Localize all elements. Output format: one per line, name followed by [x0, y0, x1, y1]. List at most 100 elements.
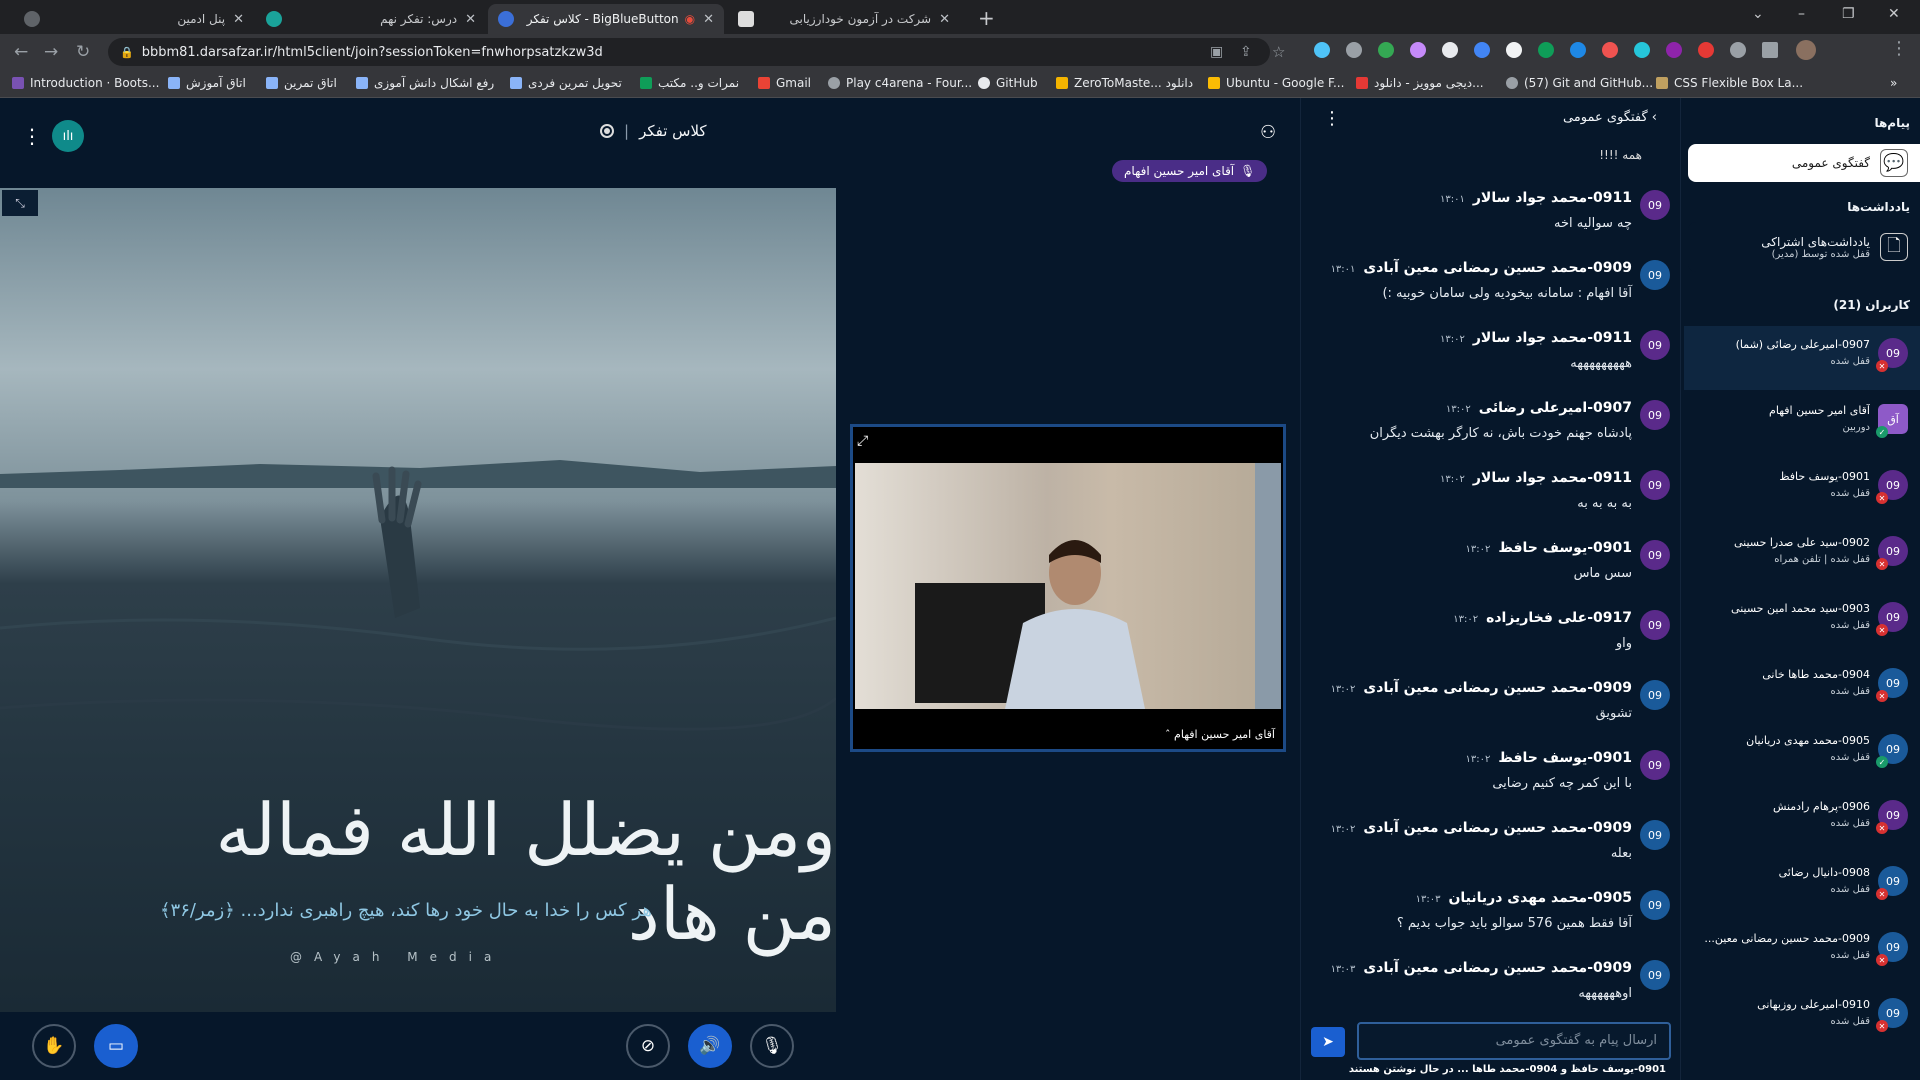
chat-input[interactable]: ارسال پیام به گفتگوی عمومی [1357, 1022, 1671, 1060]
fullscreen-icon[interactable]: ⤢ [857, 433, 868, 449]
close-icon[interactable]: ✕ [465, 12, 476, 27]
user-list-item[interactable]: 09 ✕ 0906-پرهام رادمنش قفل شده [1684, 788, 1920, 852]
reload-icon[interactable]: ↻ [76, 42, 90, 62]
bookmark-item[interactable]: دیجی موویز - دانلود... [1356, 76, 1484, 90]
user-list-item[interactable]: 09 ✕ 0902-سید علی صدرا حسینی قفل شده | تلفن… [1684, 524, 1920, 588]
notes-section-title: یادداشت‌ها [1847, 200, 1910, 214]
notes-icon: 🗋 [1880, 233, 1908, 261]
tab-self-assessment[interactable]: شرکت در آزمون خودارزیابی ✕ [728, 4, 960, 34]
browser-menu-icon[interactable]: ⋮ [1890, 38, 1908, 59]
bookmark-item[interactable]: Gmail [758, 76, 811, 90]
bookmark-item[interactable]: ZeroToMaste... دانلود [1056, 76, 1193, 90]
add-user-icon[interactable]: ⚇ [1260, 122, 1276, 143]
raise-hand-button[interactable]: ✋ [32, 1024, 76, 1068]
extension-icon[interactable] [1634, 42, 1650, 58]
share-icon[interactable]: ⇪ [1240, 44, 1252, 60]
message-sender: 0909-محمد حسین رمضانی معین آبادی۱۳:۰۳ [1330, 960, 1632, 976]
presentation-slide[interactable]: ⤡ ومن یضلل الله فماله من هاد هر کس را خد… [0, 188, 836, 1012]
recording-indicator-icon: ◉ [684, 12, 696, 26]
message-sender: 0911-محمد جواد سالار۱۳:۰۲ [1440, 470, 1632, 486]
user-list-item[interactable]: 09 ✕ 0908-دانیال رضائی قفل شده [1684, 854, 1920, 918]
close-window-icon[interactable]: ✕ [1888, 6, 1900, 22]
bookmark-item[interactable]: (57) Git and GitHub... [1506, 76, 1653, 90]
bookmark-item[interactable]: Introduction · Boots... [12, 76, 159, 90]
user-list-item[interactable]: 09 ✕ 0909-محمد حسین رمضانی معین... قفل شده [1684, 920, 1920, 984]
bookmark-item[interactable]: CSS Flexible Box La... [1656, 76, 1803, 90]
tab-admin-panel[interactable]: پنل ادمین ✕ [14, 4, 254, 34]
bookmark-item[interactable]: اتاق آموزش [168, 76, 246, 90]
puzzle-icon[interactable] [1730, 42, 1746, 58]
bookmark-item[interactable]: GitHub [978, 76, 1038, 90]
tab-bigbluebutton[interactable]: BigBlueButton - کلاس تفکر ◉ ✕ [488, 4, 724, 34]
extension-icon[interactable] [1602, 42, 1618, 58]
side-panel-icon[interactable] [1762, 42, 1778, 58]
extension-icon[interactable] [1314, 42, 1330, 58]
new-tab-icon[interactable]: + [978, 6, 995, 30]
shared-notes-item[interactable]: 🗋 یادداشت‌های اشتراکی قفل شده توسط (مدیر… [1688, 222, 1920, 272]
chat-options-icon[interactable]: ⋮ [1323, 108, 1341, 129]
user-list-item[interactable]: آق ✓ آقای امیر حسین افهام دوربین [1684, 392, 1920, 456]
browser-tab-bar: پنل ادمین ✕ درس: تفکر نهم ✕ BigBlueButton … [0, 0, 1920, 34]
profile-avatar[interactable] [1796, 40, 1816, 60]
restore-icon[interactable]: ❐ [1842, 6, 1855, 22]
extension-icon[interactable] [1346, 42, 1362, 58]
teacher-figure [915, 463, 1281, 709]
bookmark-item[interactable]: Ubuntu - Google F... [1208, 76, 1344, 90]
options-menu-icon[interactable]: ⋮ [22, 124, 42, 148]
calligraphy-text: ومن یضلل الله فماله من هاد [215, 788, 836, 956]
webcam-video[interactable]: ⤢ آقای امیر حسین افهام ˆ [850, 424, 1286, 752]
user-list-item[interactable]: 09 ✕ 0910-امیرعلی روزبهانی قفل شده [1684, 986, 1920, 1050]
user-list-item[interactable]: 09 ✓ 0905-محمد مهدی دریانیان قفل شده [1684, 722, 1920, 786]
bookmark-item[interactable]: اتاق تمرین [266, 76, 337, 90]
recording-icon[interactable] [600, 124, 614, 138]
bookmark-star-icon[interactable]: ☆ [1272, 43, 1285, 61]
extension-icon[interactable] [1698, 42, 1714, 58]
forward-icon[interactable]: → [44, 42, 58, 62]
mic-muted-icon: ✕ [1876, 492, 1888, 504]
message-text: بعله [1610, 846, 1632, 861]
bookmark-item[interactable]: Play c4arena - Four... [828, 76, 972, 90]
bookmark-item[interactable]: رفع اشکال دانش آموزی [356, 76, 494, 90]
extension-icon[interactable] [1410, 42, 1426, 58]
avatar: 09 [1640, 260, 1670, 290]
back-icon[interactable]: ← [14, 42, 28, 62]
camera-button[interactable]: ⊘ [626, 1024, 670, 1068]
bookmark-item[interactable]: نمرات و.. مکتب [640, 76, 739, 90]
mic-muted-icon: ✕ [1876, 822, 1888, 834]
url-text: bbbm81.darsafzar.ir/html5client/join?ses… [141, 44, 603, 60]
message-sender: 0909-محمد حسین رمضانی معین آبادی۱۳:۰۱ [1330, 260, 1632, 276]
close-icon[interactable]: ✕ [703, 12, 714, 27]
chat-title[interactable]: گفتگوی عمومی ‹ [1563, 110, 1657, 125]
presentation-toggle-button[interactable]: ▭ [94, 1024, 138, 1068]
connection-status-icon[interactable]: ılı [52, 120, 84, 152]
close-icon[interactable]: ✕ [233, 12, 244, 27]
message-text: با این کمر چه کنیم رضایی [1492, 776, 1632, 791]
extension-icon[interactable] [1570, 42, 1586, 58]
user-list-item[interactable]: 09 ✕ 0907-امیرعلی رضائی (شما) قفل شده [1684, 326, 1920, 390]
user-list-item[interactable]: 09 ✕ 0901-یوسف حافظ قفل شده [1684, 458, 1920, 522]
bookmarks-overflow-icon[interactable]: » [1890, 76, 1897, 90]
audio-button[interactable]: 🔊 [688, 1024, 732, 1068]
tab-favicon-icon [266, 11, 282, 27]
close-icon[interactable]: ✕ [939, 12, 950, 27]
bookmark-item[interactable]: تحویل تمرین فردی [510, 76, 622, 90]
extension-icon[interactable] [1506, 42, 1522, 58]
extension-icon[interactable] [1538, 42, 1554, 58]
public-chat-item[interactable]: 💬 گفتگوی عمومی [1688, 144, 1920, 182]
tab-course[interactable]: درس: تفکر نهم ✕ [256, 4, 486, 34]
extension-icon[interactable] [1474, 42, 1490, 58]
tab-search-icon[interactable]: ⌄ [1752, 6, 1764, 22]
talking-indicator[interactable]: 🎙 آقای امیر حسین افهام [1112, 160, 1268, 182]
user-list-item[interactable]: 09 ✕ 0904-محمد طاها خانی قفل شده [1684, 656, 1920, 720]
extension-icon[interactable] [1666, 42, 1682, 58]
extension-icon[interactable] [1442, 42, 1458, 58]
users-section-title: کاربران (21) [1833, 298, 1910, 312]
microphone-button[interactable]: 🎙 [750, 1024, 794, 1068]
send-message-button[interactable]: ➤ [1311, 1027, 1345, 1057]
camera-permission-icon[interactable]: ▣ [1210, 44, 1223, 60]
mic-active-icon: ✓ [1876, 426, 1888, 438]
user-list-item[interactable]: 09 ✕ 0903-سید محمد امین حسینی قفل شده [1684, 590, 1920, 654]
extension-icon[interactable] [1378, 42, 1394, 58]
minimize-icon[interactable]: – [1798, 6, 1805, 22]
url-bar[interactable]: 🔒 bbbm81.darsafzar.ir/html5client/join?s… [108, 38, 1270, 66]
